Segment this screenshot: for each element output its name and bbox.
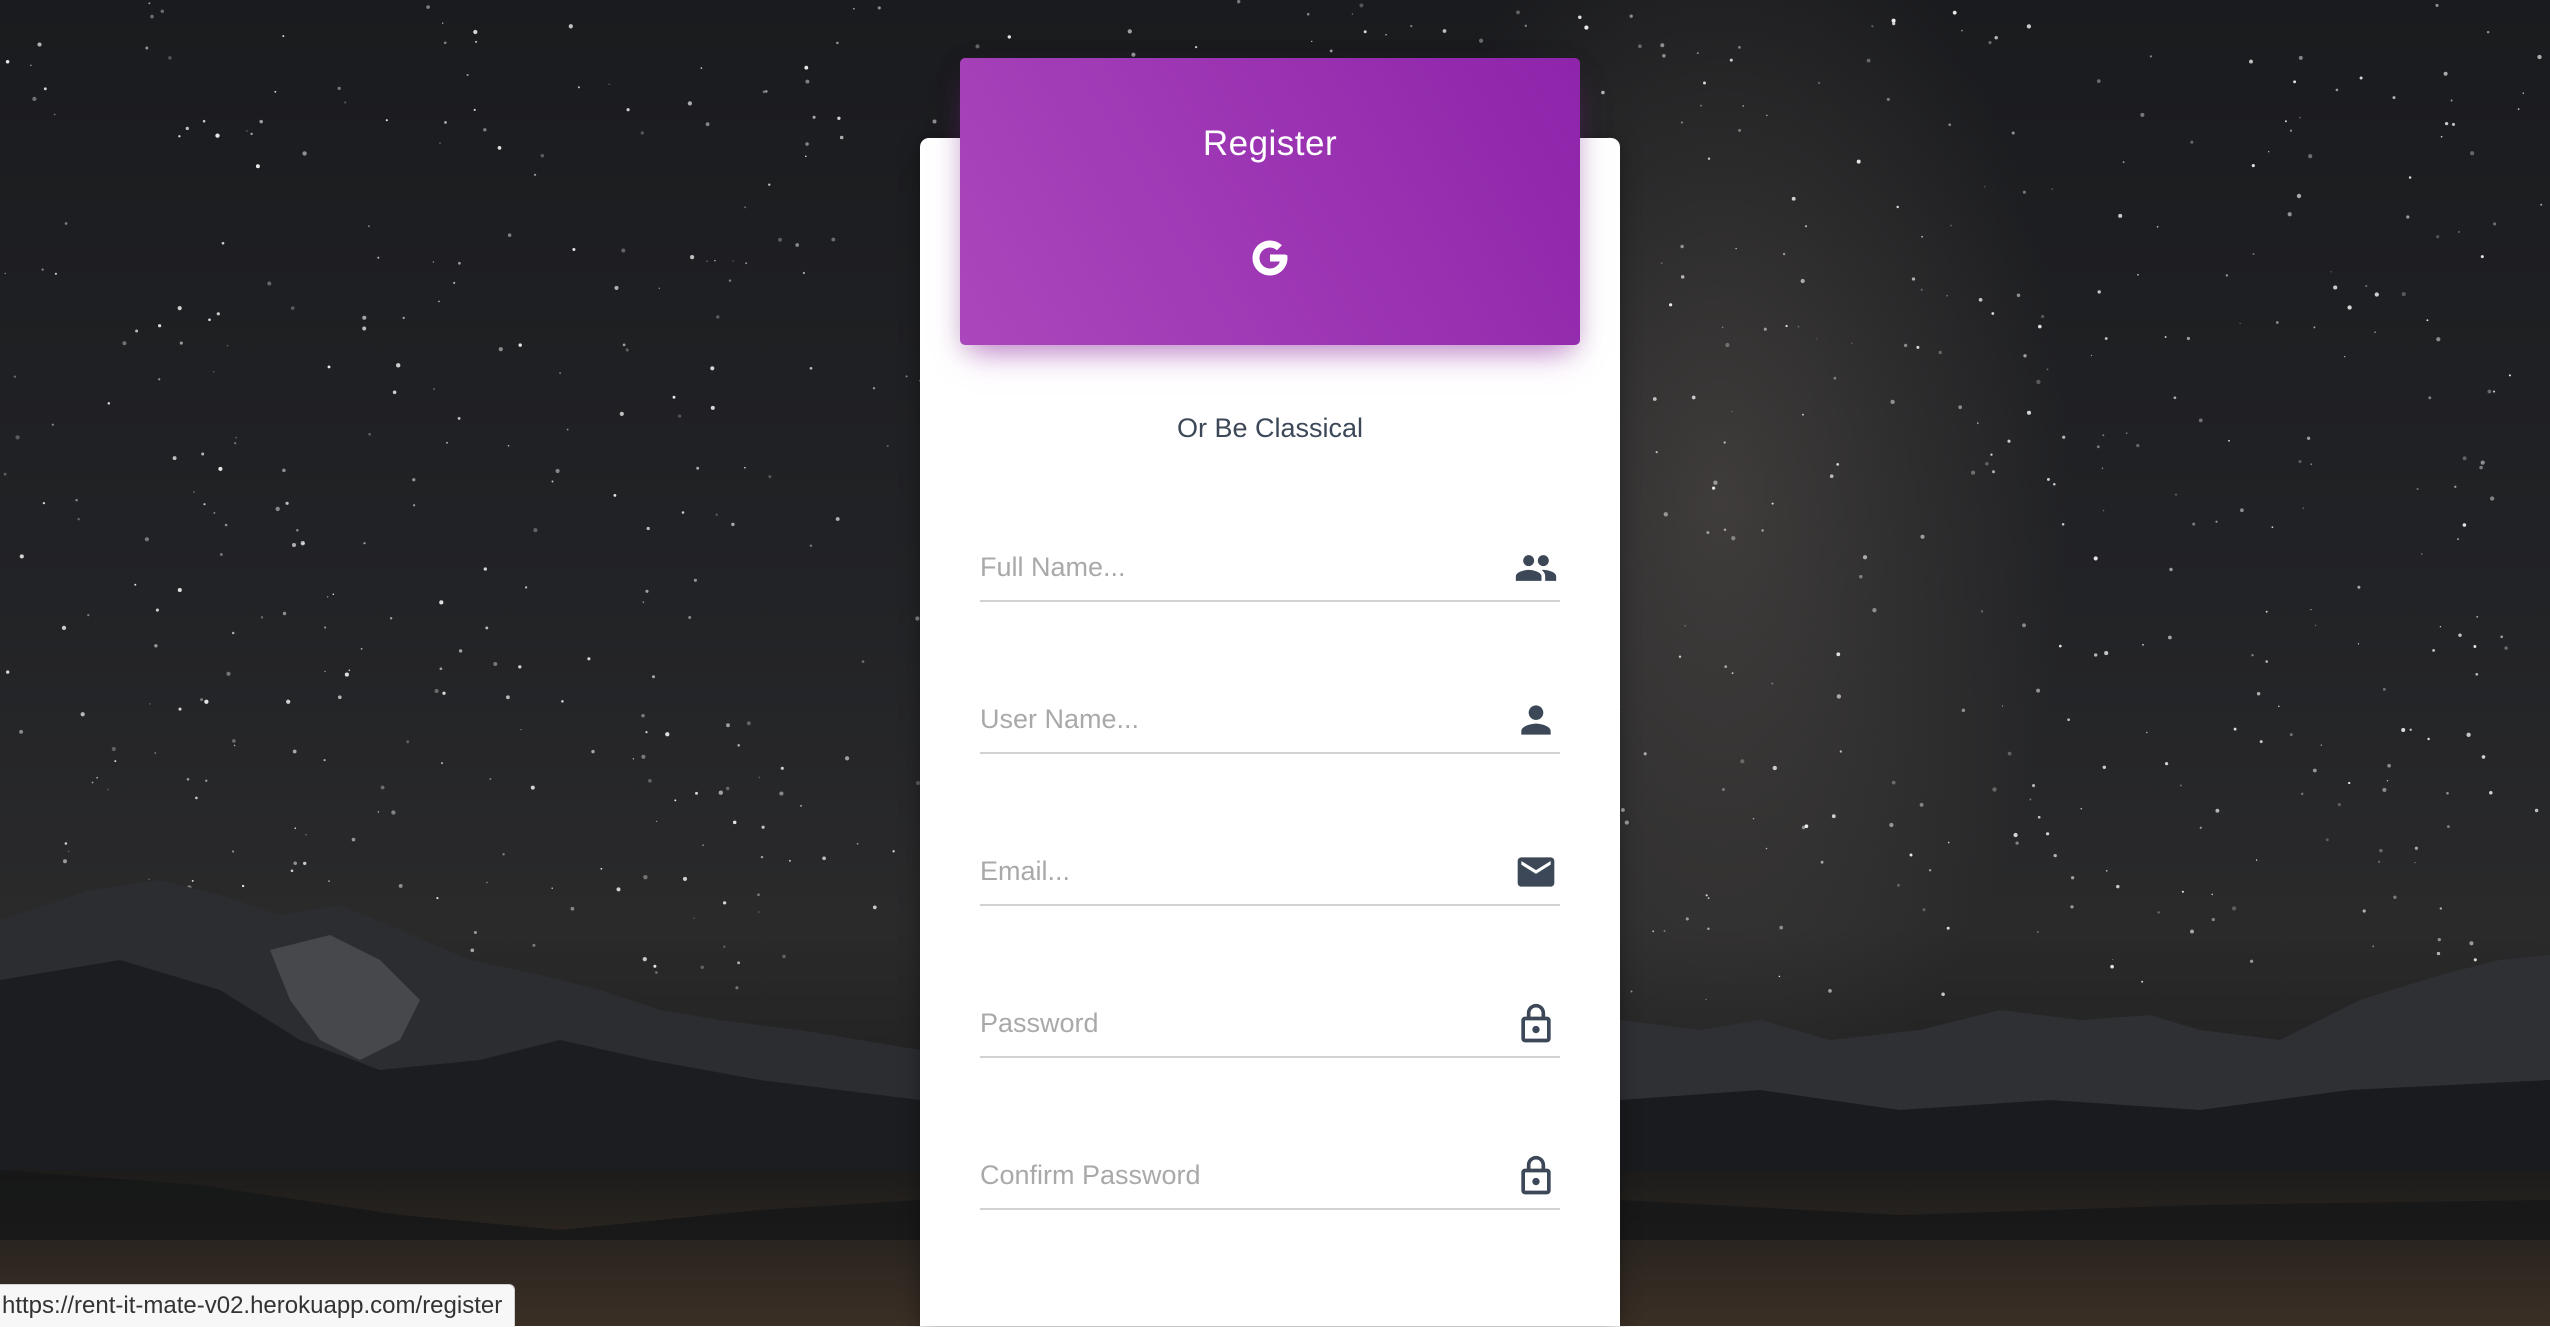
alternative-signup-text: Or Be Classical [1176,413,1364,443]
email-input[interactable] [980,840,1480,902]
status-url: https://rent-it-mate-v02.herokuapp.com/r… [2,1292,503,1319]
full-name-field [980,536,1560,602]
password-field [980,992,1560,1058]
full-name-input[interactable] [980,536,1480,598]
card-header: Register [960,58,1580,345]
person-icon [1514,698,1558,742]
confirm-password-field [980,1144,1560,1210]
lock-icon [1514,1154,1558,1198]
people-icon [1514,546,1558,590]
mail-icon [1514,850,1558,894]
password-input[interactable] [980,992,1480,1054]
email-field [980,840,1560,906]
confirm-password-input[interactable] [980,1144,1480,1206]
browser-status-bar: https://rent-it-mate-v02.herokuapp.com/r… [0,1284,516,1327]
lock-icon [1514,1002,1558,1046]
user-name-input[interactable] [980,688,1480,750]
google-signin-button[interactable] [1228,216,1312,300]
google-icon [1252,240,1288,276]
user-name-field [980,688,1560,754]
register-title: Register [1202,124,1338,163]
